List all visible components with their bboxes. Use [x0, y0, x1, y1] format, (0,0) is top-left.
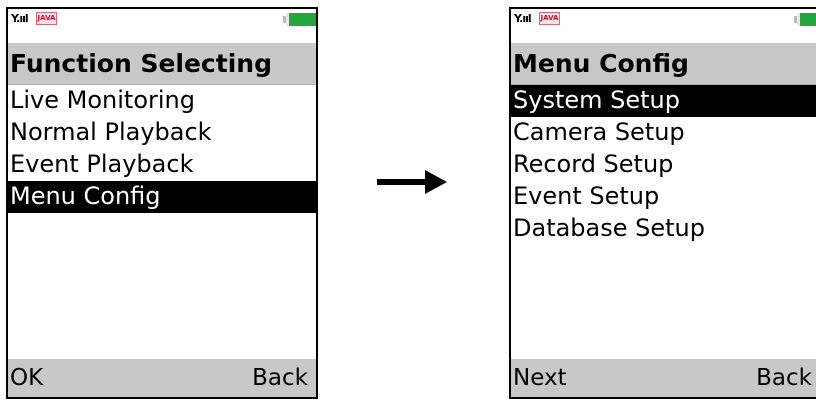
menu-item-menu-config[interactable]: Menu Config	[8, 181, 316, 213]
function-menu: Live Monitoring Normal Playback Event Pl…	[8, 85, 316, 213]
softkey-bar: OK Back	[8, 359, 316, 397]
phone-screen-function-selecting: Y.ııl JAVA Function Selecting Live Monit…	[6, 7, 318, 399]
status-bar: Y.ııl JAVA	[8, 9, 316, 43]
menu-item-system-setup[interactable]: System Setup	[511, 85, 816, 117]
menu-item-event-playback[interactable]: Event Playback	[8, 149, 316, 181]
next-softkey[interactable]: Next	[513, 363, 567, 393]
signal-strength-icon: Y.ııl	[514, 12, 532, 25]
menu-item-event-setup[interactable]: Event Setup	[511, 181, 816, 213]
java-badge-icon: JAVA	[539, 12, 560, 25]
right-arrow-icon	[377, 170, 447, 194]
softkey-bar: Next Back	[511, 359, 816, 397]
back-softkey[interactable]: Back	[252, 363, 308, 393]
battery-icon	[283, 13, 316, 26]
status-bar: Y.ııl JAVA	[511, 9, 816, 43]
menu-item-normal-playback[interactable]: Normal Playback	[8, 117, 316, 149]
phone-screen-menu-config: Y.ııl JAVA Menu Config System Setup Came…	[509, 7, 816, 399]
menu-item-camera-setup[interactable]: Camera Setup	[511, 117, 816, 149]
java-badge-icon: JAVA	[36, 12, 57, 25]
battery-icon	[794, 13, 816, 26]
config-menu: System Setup Camera Setup Record Setup E…	[511, 85, 816, 245]
page-title: Function Selecting	[8, 43, 316, 85]
page-title: Menu Config	[511, 43, 816, 85]
menu-item-live-monitoring[interactable]: Live Monitoring	[8, 85, 316, 117]
back-softkey[interactable]: Back	[756, 363, 812, 393]
menu-item-database-setup[interactable]: Database Setup	[511, 213, 816, 245]
menu-item-record-setup[interactable]: Record Setup	[511, 149, 816, 181]
ok-softkey[interactable]: OK	[10, 363, 43, 393]
signal-strength-icon: Y.ııl	[11, 12, 29, 25]
